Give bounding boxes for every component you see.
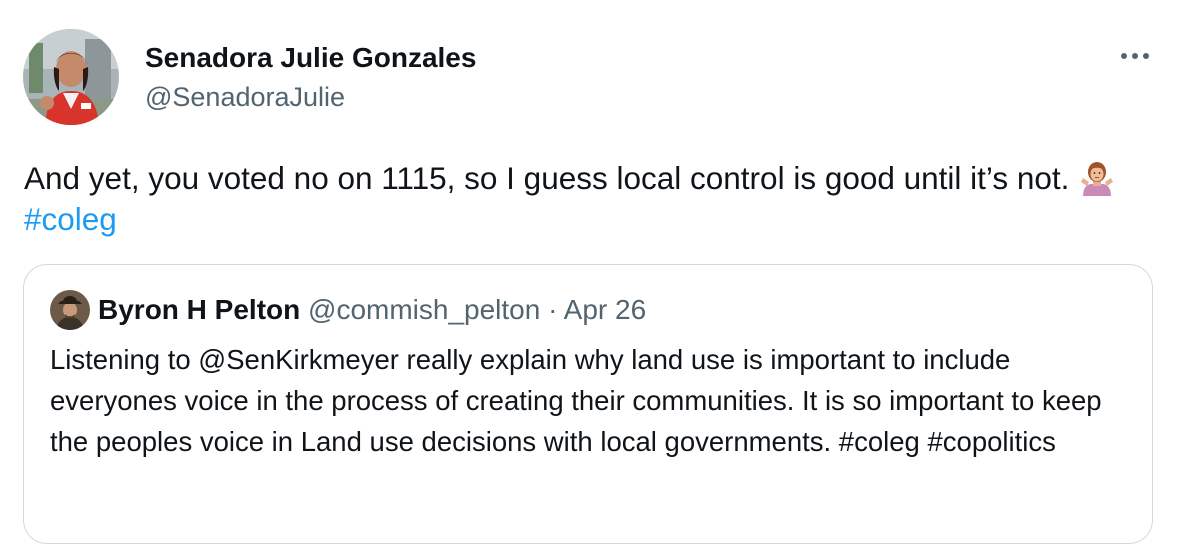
- avatar-photo: [50, 290, 90, 330]
- author-display-name[interactable]: Senadora Julie Gonzales: [145, 41, 476, 75]
- author-handle[interactable]: @SenadoraJulie: [145, 81, 345, 113]
- tweet: Senadora Julie Gonzales @SenadoraJulie A…: [0, 0, 1178, 544]
- quoted-author-avatar[interactable]: [50, 290, 90, 330]
- quoted-header: Byron H Pelton @commish_pelton · Apr 26: [98, 293, 646, 327]
- author-avatar[interactable]: [23, 29, 119, 125]
- quoted-tweet-text: Listening to @SenKirkmeyer really explai…: [50, 344, 1102, 457]
- hashtag-link[interactable]: #coleg: [24, 201, 117, 237]
- person-shrugging-emoji: [1079, 160, 1115, 196]
- more-icon[interactable]: [1118, 46, 1152, 66]
- quoted-date[interactable]: Apr 26: [564, 294, 647, 325]
- meta-separator: ·: [548, 294, 558, 325]
- quoted-display-name[interactable]: Byron H Pelton: [98, 294, 300, 325]
- tweet-text: And yet, you voted no on 1115, so I gues…: [24, 158, 1134, 240]
- avatar-photo: [23, 29, 119, 125]
- quoted-handle[interactable]: @commish_pelton: [308, 294, 540, 325]
- tweet-text-main: And yet, you voted no on 1115, so I gues…: [24, 160, 1070, 196]
- quoted-tweet[interactable]: Byron H Pelton @commish_pelton · Apr 26 …: [23, 264, 1153, 544]
